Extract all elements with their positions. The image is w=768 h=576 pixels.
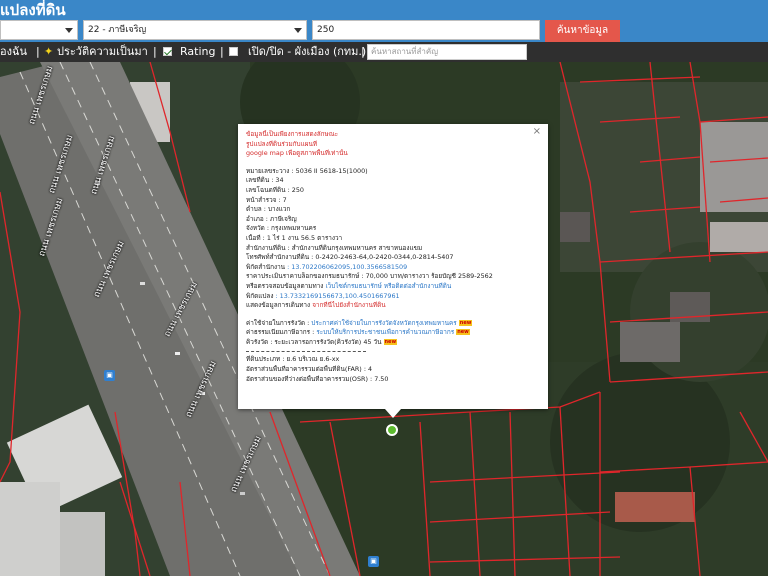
new-badge: new — [458, 319, 473, 326]
new-badge: new — [383, 338, 398, 345]
chevron-down-icon — [294, 28, 302, 33]
new-badge: new — [456, 329, 470, 336]
parcel-number-input[interactable]: 250 — [312, 20, 540, 40]
info-row-district: อำเภอ : ภาษีเจริญ — [246, 214, 297, 223]
info-row-parcel-no: เลขที่ดิน : 34 — [246, 176, 284, 185]
info-row-province: จังหวัด : กรุงเทพมหานคร — [246, 224, 317, 233]
info-row-parcel-coords: พิกัดแปลง : 13.7332169156673,100.4501667… — [246, 291, 400, 300]
page-title: แปลงที่ดิน — [0, 1, 66, 19]
info-row-land-office: สำนักงานที่ดิน : สำนักงานที่ดินกรุงเทพมห… — [246, 243, 423, 252]
app-header: แปลงที่ดิน — [0, 0, 768, 20]
rating-checkbox[interactable] — [163, 47, 172, 56]
info-row-directions: แสดงข้อมูลการเดินทาง จากที่นี่ไปยังสำนัก… — [246, 301, 386, 310]
notice-line: ข้อมูลนี้เป็นเพียงการแสดงลักษณะ — [246, 130, 339, 138]
place-search-input[interactable]: ค้นหาสถานที่สำคัญ — [367, 44, 527, 60]
toolbar: องฉัน | ✦ ประวัติความเป็นมา | Rating | เ… — [0, 42, 768, 62]
toolbar-item-history[interactable]: ประวัติความเป็นมา — [57, 42, 148, 62]
info-row-office-coords: พิกัดสำนักงาน : 13.702206062095,100.3566… — [246, 262, 408, 271]
info-row-area: เนื้อที่ : 1 ไร่ 1 งาน 56.5 ตารางวา — [246, 233, 343, 242]
chevron-down-icon — [65, 28, 73, 33]
info-row-office-phone: โทรศัพท์สำนักงานที่ดิน : 0-2420-2463-64,… — [246, 253, 454, 262]
subdistrict-select[interactable]: 22 - ภาษีเจริญ — [83, 20, 307, 40]
zoning-row-type: ที่ดินประเภท : ย.6 บริเวณ ย.6-xx — [246, 355, 340, 364]
divider — [246, 351, 366, 353]
info-row-survey-page: หน้าสำรวจ : 7 — [246, 195, 287, 204]
info-row-subdistrict: ตำบล : บางแวก — [246, 205, 291, 214]
toolbar-item-mine[interactable]: องฉัน — [0, 42, 27, 62]
toolbar-separator: | — [220, 45, 224, 58]
link-row-survey-queue: คิวรังวัด : ระยะเวลารอการรังวัด(คิวรังวั… — [246, 337, 398, 346]
notice-line: รูปแปลงที่ดินร่วมกับแผนที่ — [246, 139, 318, 148]
info-row-check-via: หรือตรวจสอบข้อมูลตามทาง เว็บไซต์กรมธนารั… — [246, 281, 452, 290]
district-select[interactable] — [0, 20, 78, 40]
rating-label[interactable]: Rating — [180, 42, 215, 62]
history-icon: ✦ — [44, 45, 54, 58]
toolbar-separator: | — [153, 45, 157, 58]
info-row-sheet: หมายเลขระวาง : 5036 II 5618-15(1000) — [246, 166, 368, 175]
zoning-row-far: อัตราส่วนพื้นที่อาคารรวมต่อพื้นที่ดิน(FA… — [246, 365, 373, 374]
info-row-appraisal: ราคาประเมินราคาบล็อกของกรมธนารักษ์ : 70,… — [246, 272, 493, 281]
search-button[interactable]: ค้นหาข้อมูล — [545, 20, 620, 42]
notice-line: google map เพื่อดูสภาพพื้นที่เท่านั้น — [246, 149, 348, 158]
search-bar: 22 - ภาษีเจริญ 250 ค้นหาข้อมูล — [0, 20, 768, 42]
zoning-row-osr: อัตราส่วนของที่ว่างต่อพื้นที่อาคารรวม(OS… — [246, 374, 389, 383]
info-row-deed-no: เลขโฉนดที่ดิน : 250 — [246, 185, 304, 194]
toolbar-separator: | — [361, 45, 365, 58]
link-row-tax-fee: ค่าธรรมเนียมภาษีอากร : ระบบให้บริการประช… — [246, 328, 470, 337]
map-pin-icon[interactable] — [386, 424, 398, 436]
zoning-layer-checkbox[interactable] — [229, 47, 238, 56]
toolbar-separator: | — [36, 45, 40, 58]
zoning-layer-label[interactable]: เปิด/ปิด - ผังเมือง (กทม.) — [248, 42, 366, 62]
bus-stop-icon[interactable]: ▣ — [104, 370, 115, 381]
parcel-info-popup: × ข้อมูลนี้เป็นเพียงการแสดงลักษณะ รูปแปล… — [238, 124, 548, 418]
link-row-survey-cost: ค่าใช้จ่ายในการรังวัด : ประกาศค่าใช้จ่าย… — [246, 318, 473, 327]
bus-stop-icon[interactable]: ▣ — [368, 556, 379, 567]
popup-pointer — [385, 409, 401, 418]
